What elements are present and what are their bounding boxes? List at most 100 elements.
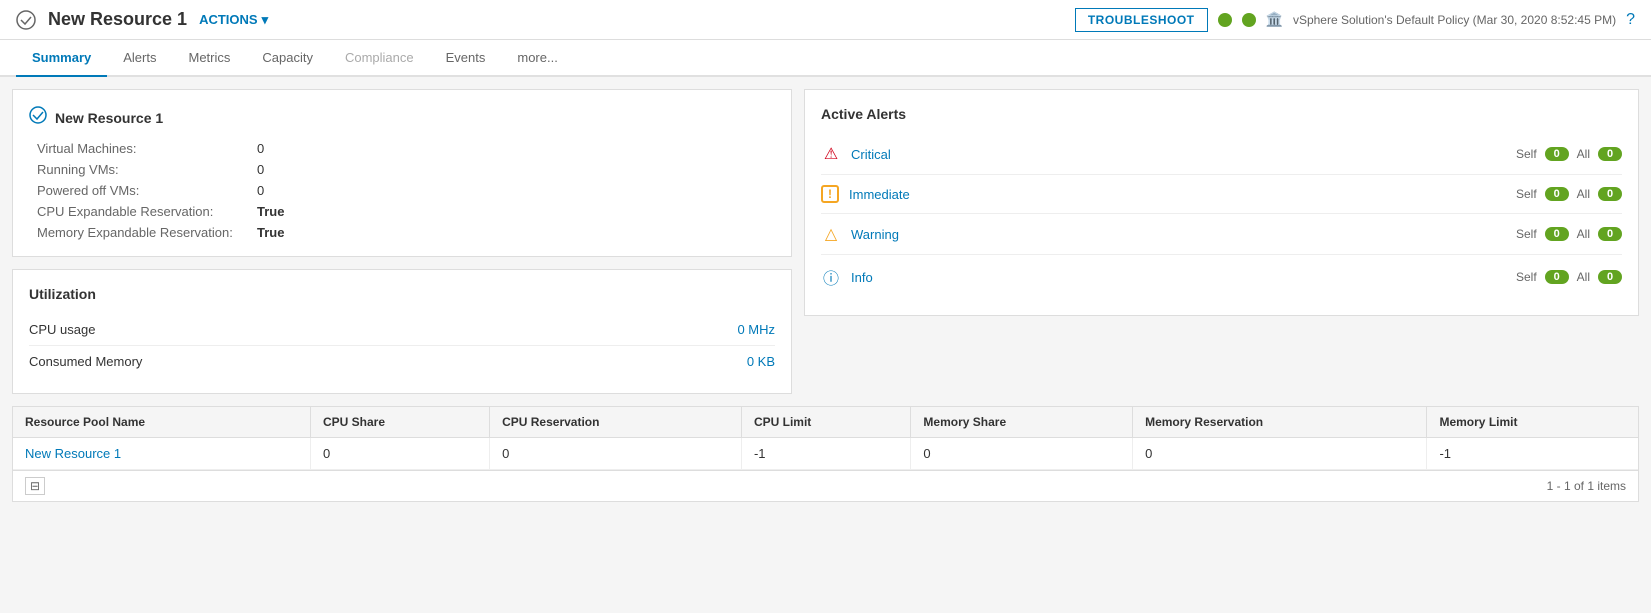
field-label-4: Memory Expandable Reservation:: [37, 225, 257, 240]
actions-label: ACTIONS: [199, 12, 258, 27]
resource-name: New Resource 1: [55, 110, 163, 126]
immediate-all-label: All: [1577, 187, 1590, 201]
immediate-icon: !: [821, 185, 839, 203]
table-footer: ⊟ 1 - 1 of 1 items: [13, 470, 1638, 501]
warning-all-count: 0: [1598, 227, 1622, 241]
utilization-title-text: Utilization: [29, 286, 96, 302]
alert-immediate-name[interactable]: Immediate: [849, 187, 1516, 202]
col-header-memory-reservation: Memory Reservation: [1133, 407, 1427, 438]
field-value-3: True: [257, 204, 767, 219]
cpu-usage-value: 0 MHz: [737, 322, 775, 337]
util-row-cpu: CPU usage 0 MHz: [29, 314, 775, 346]
critical-all-count: 0: [1598, 147, 1622, 161]
col-header-cpu-reservation: CPU Reservation: [490, 407, 742, 438]
resource-card: New Resource 1 Virtual Machines: 0 Runni…: [12, 89, 792, 257]
col-header-name: Resource Pool Name: [13, 407, 310, 438]
info-self-label: Self: [1516, 270, 1537, 284]
tab-events[interactable]: Events: [430, 40, 502, 77]
immediate-self-label: Self: [1516, 187, 1537, 201]
cpu-usage-label: CPU usage: [29, 322, 95, 337]
page-title: New Resource 1: [48, 9, 187, 30]
main-content: New Resource 1 Virtual Machines: 0 Runni…: [0, 77, 1651, 406]
right-column: Active Alerts ⚠ Critical Self 0 All 0 ! …: [804, 89, 1639, 394]
row-memory-reservation: 0: [1133, 438, 1427, 470]
tab-compliance: Compliance: [329, 40, 430, 77]
table-footer-left: ⊟: [25, 477, 45, 495]
info-icon: ⓘ: [821, 265, 841, 289]
row-name-link[interactable]: New Resource 1: [25, 446, 121, 461]
expand-icon[interactable]: ⊟: [25, 477, 45, 495]
warning-all-label: All: [1577, 227, 1590, 241]
tab-alerts[interactable]: Alerts: [107, 40, 172, 77]
field-value-1: 0: [257, 162, 767, 177]
col-header-memory-limit: Memory Limit: [1427, 407, 1638, 438]
utilization-card: Utilization CPU usage 0 MHz Consumed Mem…: [12, 269, 792, 394]
alert-row-warning: △ Warning Self 0 All 0: [821, 214, 1622, 255]
alert-row-immediate: ! Immediate Self 0 All 0: [821, 175, 1622, 214]
field-label-0: Virtual Machines:: [37, 141, 257, 156]
bottom-table-section: Resource Pool Name CPU Share CPU Reserva…: [12, 406, 1639, 502]
col-header-cpu-limit: CPU Limit: [741, 407, 910, 438]
tab-more[interactable]: more...: [501, 40, 573, 77]
alert-row-critical: ⚠ Critical Self 0 All 0: [821, 134, 1622, 175]
resource-icon: [16, 10, 36, 30]
table-count: 1 - 1 of 1 items: [1547, 479, 1626, 493]
alert-critical-name[interactable]: Critical: [851, 147, 1516, 162]
critical-counts: Self 0 All 0: [1516, 147, 1622, 161]
tab-capacity[interactable]: Capacity: [246, 40, 329, 77]
col-header-memory-share: Memory Share: [911, 407, 1133, 438]
alert-info-name[interactable]: Info: [851, 270, 1516, 285]
info-all-count: 0: [1598, 270, 1622, 284]
memory-label: Consumed Memory: [29, 354, 142, 369]
info-self-count: 0: [1545, 270, 1569, 284]
tab-metrics[interactable]: Metrics: [172, 40, 246, 77]
resource-card-icon: [29, 106, 47, 129]
alert-row-info: ⓘ Info Self 0 All 0: [821, 255, 1622, 299]
field-value-0: 0: [257, 141, 767, 156]
policy-icon: 🏛️: [1266, 11, 1283, 28]
critical-self-count: 0: [1545, 147, 1569, 161]
troubleshoot-button[interactable]: TROUBLESHOOT: [1075, 8, 1208, 32]
immediate-counts: Self 0 All 0: [1516, 187, 1622, 201]
immediate-self-count: 0: [1545, 187, 1569, 201]
field-value-4: True: [257, 225, 767, 240]
active-alerts-title-text: Active Alerts: [821, 106, 906, 122]
tab-summary[interactable]: Summary: [16, 40, 107, 77]
resource-table: Resource Pool Name CPU Share CPU Reserva…: [13, 407, 1638, 470]
actions-button[interactable]: ACTIONS ▾: [199, 12, 268, 28]
status-dot-1: [1218, 13, 1232, 27]
policy-text: vSphere Solution's Default Policy (Mar 3…: [1293, 13, 1616, 27]
field-value-2: 0: [257, 183, 767, 198]
immediate-all-count: 0: [1598, 187, 1622, 201]
resource-card-title: New Resource 1: [29, 106, 775, 129]
info-all-label: All: [1577, 270, 1590, 284]
resource-info: Virtual Machines: 0 Running VMs: 0 Power…: [29, 141, 775, 240]
active-alerts-title: Active Alerts: [821, 106, 1622, 122]
warning-counts: Self 0 All 0: [1516, 227, 1622, 241]
field-label-2: Powered off VMs:: [37, 183, 257, 198]
chevron-down-icon: ▾: [262, 12, 269, 28]
row-cpu-limit: -1: [741, 438, 910, 470]
memory-value: 0 KB: [747, 354, 775, 369]
field-label-1: Running VMs:: [37, 162, 257, 177]
table-header-row: Resource Pool Name CPU Share CPU Reserva…: [13, 407, 1638, 438]
utilization-title: Utilization: [29, 286, 775, 302]
row-memory-limit: -1: [1427, 438, 1638, 470]
page-header: New Resource 1 ACTIONS ▾ TROUBLESHOOT 🏛️…: [0, 0, 1651, 40]
row-name: New Resource 1: [13, 438, 310, 470]
help-icon[interactable]: ?: [1626, 11, 1635, 29]
table-row: New Resource 1 0 0 -1 0 0 -1: [13, 438, 1638, 470]
left-column: New Resource 1 Virtual Machines: 0 Runni…: [12, 89, 792, 394]
warning-self-label: Self: [1516, 227, 1537, 241]
util-row-memory: Consumed Memory 0 KB: [29, 346, 775, 377]
field-label-3: CPU Expandable Reservation:: [37, 204, 257, 219]
active-alerts-card: Active Alerts ⚠ Critical Self 0 All 0 ! …: [804, 89, 1639, 316]
critical-self-label: Self: [1516, 147, 1537, 161]
critical-all-label: All: [1577, 147, 1590, 161]
alert-warning-name[interactable]: Warning: [851, 227, 1516, 242]
row-memory-share: 0: [911, 438, 1133, 470]
status-dot-2: [1242, 13, 1256, 27]
row-cpu-reservation: 0: [490, 438, 742, 470]
header-left: New Resource 1 ACTIONS ▾: [16, 9, 268, 30]
tab-bar: Summary Alerts Metrics Capacity Complian…: [0, 40, 1651, 77]
